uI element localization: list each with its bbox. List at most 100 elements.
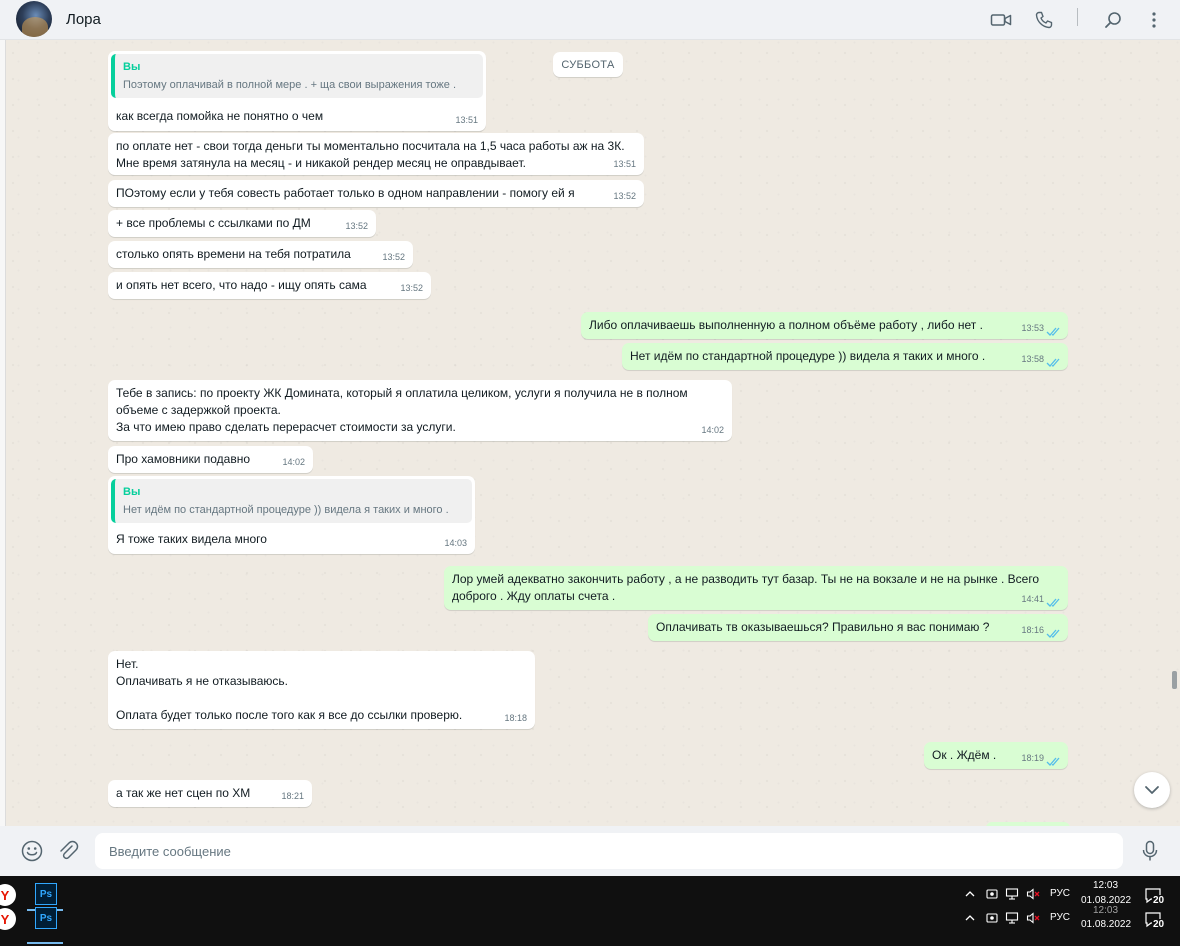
- voice-call-icon: [1035, 11, 1053, 29]
- message-incoming[interactable]: Про хамовники подавно 14:02: [108, 446, 313, 473]
- voice-message-button[interactable]: [1137, 838, 1163, 864]
- attach-button[interactable]: [55, 838, 81, 864]
- message-time: 13:52: [613, 191, 636, 201]
- message-outgoing[interactable]: Ок . Ждём . 18:19: [924, 742, 1068, 769]
- contact-avatar[interactable]: [16, 1, 52, 37]
- voice-call-button[interactable]: [1031, 7, 1057, 33]
- message-outgoing[interactable]: Либо оплачиваешь выполненную а полном об…: [581, 312, 1068, 339]
- message-incoming[interactable]: столько опять времени на тебя потратила …: [108, 241, 413, 268]
- message-text: Ок . Ждём .: [932, 748, 997, 762]
- message-time: 13:52: [345, 221, 368, 231]
- message-time: 14:03: [444, 538, 467, 548]
- clock-time[interactable]: 12:03: [1093, 880, 1118, 891]
- message-incoming[interactable]: и опять нет всего, что надо - ищу опять …: [108, 272, 431, 299]
- message-time: 18:18: [504, 713, 527, 723]
- photoshop-taskbar-button[interactable]: Ps: [35, 907, 57, 929]
- network-icon[interactable]: [1005, 911, 1019, 925]
- clock-date[interactable]: 01.08.2022: [1081, 919, 1131, 930]
- message-incoming[interactable]: а так же нет сцен по ХМ 18:21: [108, 780, 312, 807]
- chevron-down-icon: [1145, 786, 1159, 794]
- chevron-up-icon[interactable]: [963, 911, 977, 925]
- message-time: 13:58: [1021, 354, 1044, 364]
- message-text: Оплачивать тв оказываешься? Правильно я …: [656, 620, 990, 634]
- photoshop-taskbar-button[interactable]: Ps: [35, 883, 57, 905]
- volume-muted-icon[interactable]: [1026, 887, 1040, 901]
- language-indicator[interactable]: РУС: [1050, 912, 1070, 923]
- quote-author: Вы: [123, 61, 141, 73]
- read-ticks-icon: [1046, 757, 1060, 766]
- chat-header: Лора: [0, 0, 1180, 40]
- message-time: 13:52: [382, 252, 405, 262]
- meet-now-icon[interactable]: [985, 911, 999, 925]
- message-text: ПОэтому если у тебя совесть работает тол…: [116, 186, 575, 200]
- message-time: 13:53: [1021, 323, 1044, 333]
- contact-name[interactable]: Лора: [66, 11, 101, 28]
- emoji-icon: [21, 840, 43, 862]
- message-time: 13:51: [455, 115, 478, 125]
- yandex-browser-icon: Y: [0, 887, 10, 903]
- search-icon: [1105, 12, 1121, 28]
- message-time: 14:02: [701, 425, 724, 435]
- quoted-message[interactable]: Вы Поэтому оплачивай в полной мере . + щ…: [111, 54, 483, 98]
- clock-time[interactable]: 12:03: [1093, 905, 1118, 916]
- meet-now-icon[interactable]: [985, 887, 999, 901]
- message-text: Тебе в запись: по проекту ЖК Домината, к…: [116, 386, 688, 434]
- message-time: 18:16: [1021, 625, 1044, 635]
- message-text: Либо оплачиваешь выполненную а полном об…: [589, 318, 983, 332]
- yandex-browser-icon: Y: [0, 911, 10, 927]
- message-outgoing[interactable]: Нет идём по стандартной процедуре )) вид…: [622, 343, 1068, 370]
- message-incoming[interactable]: Нет. Оплачивать я не отказываюсь. Оплата…: [108, 651, 535, 729]
- notification-count: 20: [1152, 919, 1166, 930]
- read-ticks-icon: [1046, 629, 1060, 638]
- message-incoming[interactable]: + все проблемы с ссылками по ДМ 13:52: [108, 210, 376, 237]
- read-ticks-icon: [1046, 327, 1060, 336]
- message-text: столько опять времени на тебя потратила: [116, 247, 351, 261]
- notification-count: 20: [1152, 895, 1166, 906]
- emoji-button[interactable]: [19, 838, 45, 864]
- yandex-browser-taskbar-button[interactable]: Y: [0, 908, 16, 930]
- window-edge: [0, 40, 6, 826]
- header-separator: [1077, 8, 1078, 26]
- message-text: Нет. Оплачивать я не отказываюсь. Оплата…: [116, 657, 463, 722]
- message-incoming[interactable]: по оплате нет - свои тогда деньги ты мом…: [108, 133, 644, 175]
- message-text: Нет идём по стандартной процедуре )) вид…: [630, 349, 986, 363]
- scrollbar-thumb[interactable]: [1172, 671, 1177, 689]
- photoshop-icon: Ps: [39, 912, 53, 924]
- message-text: а так же нет сцен по ХМ: [116, 786, 251, 800]
- scroll-to-bottom-button[interactable]: [1134, 772, 1170, 808]
- active-app-indicator: [27, 942, 63, 944]
- message-text: Про хамовники подавно: [116, 452, 251, 466]
- message-text: по оплате нет - свои тогда деньги ты мом…: [116, 139, 625, 170]
- menu-button[interactable]: [1141, 7, 1167, 33]
- menu-icon: [1152, 12, 1156, 28]
- read-ticks-icon: [1046, 358, 1060, 367]
- video-call-button[interactable]: [988, 7, 1014, 33]
- network-icon[interactable]: [1005, 887, 1019, 901]
- search-button[interactable]: [1100, 7, 1126, 33]
- message-time: 13:52: [400, 283, 423, 293]
- message-time: 14:41: [1021, 594, 1044, 604]
- message-time: 18:19: [1021, 753, 1044, 763]
- chevron-up-icon[interactable]: [963, 887, 977, 901]
- message-input[interactable]: [95, 833, 1123, 869]
- message-outgoing[interactable]: Лор умей адекватно закончить работу , а …: [444, 566, 1068, 610]
- message-incoming[interactable]: Тебе в запись: по проекту ЖК Домината, к…: [108, 380, 732, 441]
- quote-text: Поэтому оплачивай в полной мере . + ща с…: [123, 79, 457, 91]
- attach-icon: [60, 840, 79, 860]
- video-call-icon: [990, 14, 1012, 26]
- microphone-icon: [1142, 840, 1158, 861]
- message-text: Я тоже таких видела много: [116, 532, 267, 546]
- read-ticks-icon: [1046, 598, 1060, 607]
- message-outgoing[interactable]: Оплачивать тв оказываешься? Правильно я …: [648, 614, 1068, 641]
- quote-author: Вы: [123, 486, 141, 498]
- message-incoming[interactable]: ПОэтому если у тебя совесть работает тол…: [108, 180, 644, 207]
- yandex-browser-taskbar-button[interactable]: Y: [0, 884, 16, 906]
- message-incoming[interactable]: Вы Нет идём по стандартной процедуре )) …: [108, 476, 475, 554]
- message-time: 18:21: [281, 791, 304, 801]
- message-incoming[interactable]: Вы Поэтому оплачивай в полной мере . + щ…: [108, 51, 486, 131]
- volume-muted-icon[interactable]: [1026, 911, 1040, 925]
- language-indicator[interactable]: РУС: [1050, 888, 1070, 899]
- message-list[interactable]: СУББОТА Вы Поэтому оплачивай в полной ме…: [0, 40, 1180, 826]
- quoted-message[interactable]: Вы Нет идём по стандартной процедуре )) …: [111, 479, 472, 523]
- message-text: Лор умей адекватно закончить работу , а …: [452, 572, 1040, 603]
